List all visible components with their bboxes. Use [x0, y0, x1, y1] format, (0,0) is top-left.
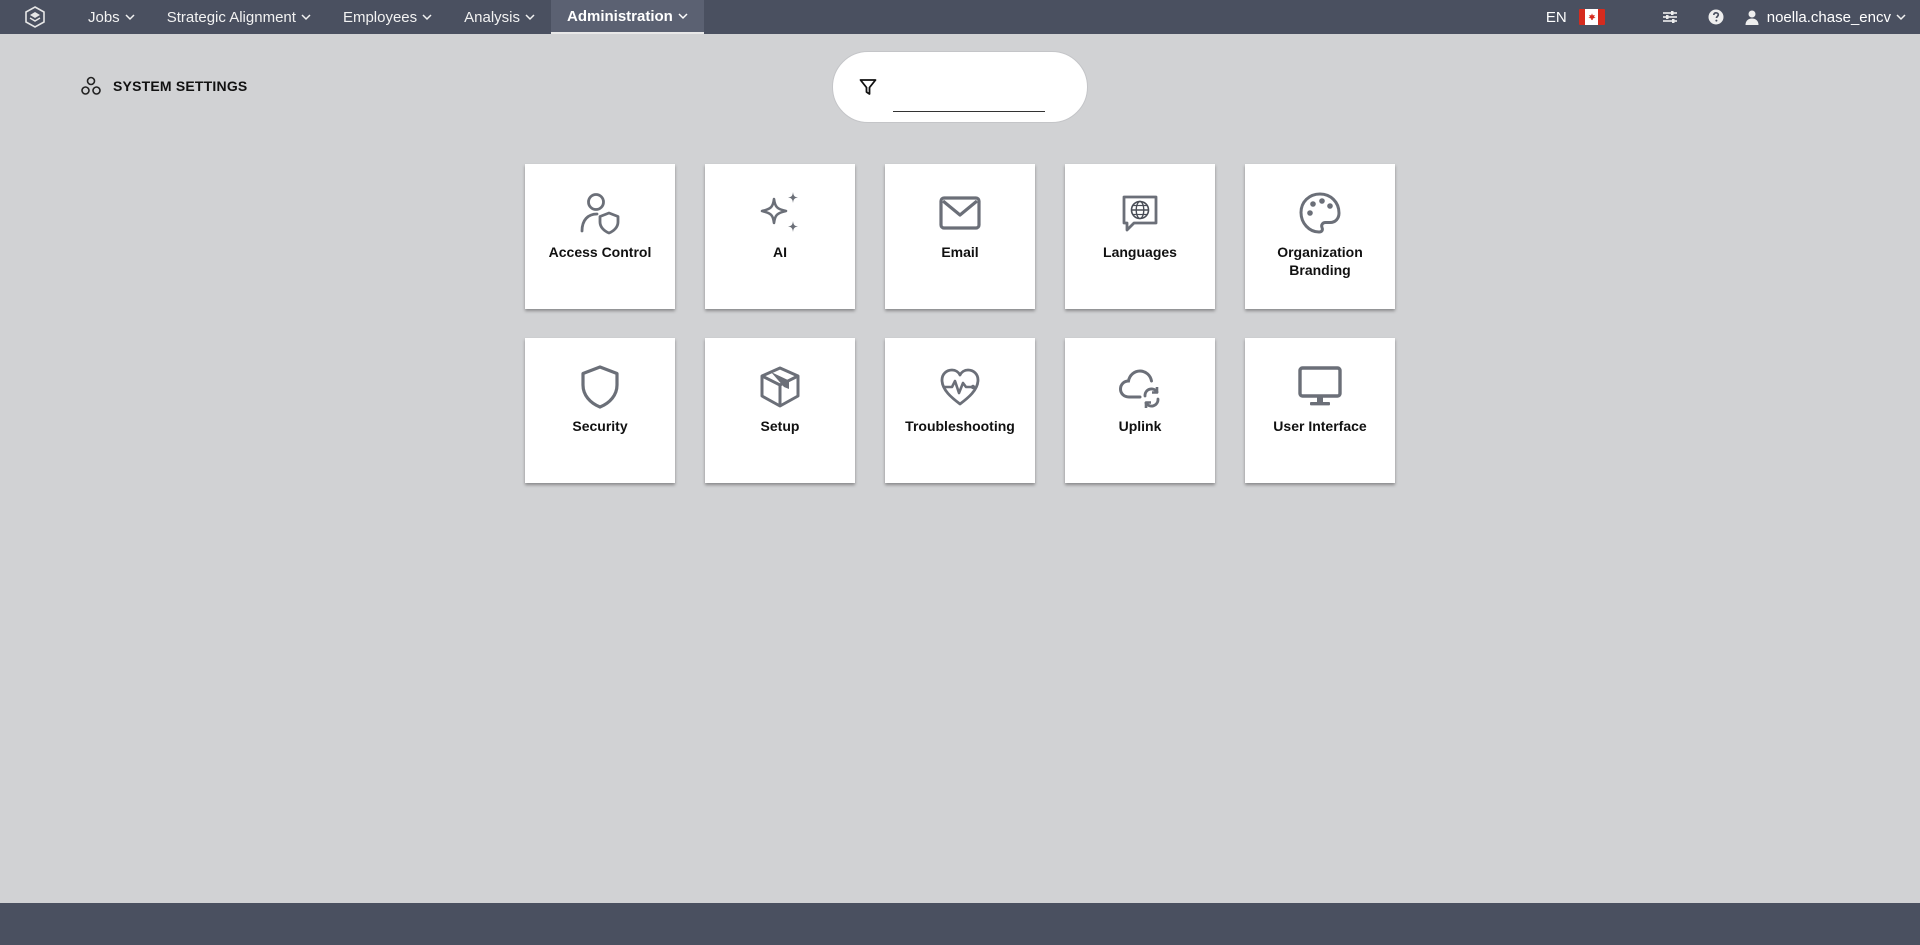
nav-strategic-alignment-label: Strategic Alignment	[166, 8, 296, 26]
chevron-down-icon	[678, 12, 688, 20]
tile-label: Organization Branding	[1277, 244, 1363, 278]
chevron-down-icon	[125, 13, 135, 21]
tile-access-control[interactable]: Access Control	[525, 164, 675, 309]
box-icon	[758, 365, 802, 409]
nav-administration-label: Administration	[567, 7, 673, 25]
sparkles-icon	[758, 191, 802, 235]
nav-jobs-label: Jobs	[88, 8, 120, 26]
tile-troubleshooting[interactable]: Troubleshooting	[885, 338, 1035, 483]
settings-grid: Access Control AI Email Languages Organi…	[525, 164, 1395, 483]
tile-email[interactable]: Email	[885, 164, 1035, 309]
tile-languages[interactable]: Languages	[1065, 164, 1215, 309]
canada-flag-icon	[1578, 9, 1605, 25]
shield-icon	[578, 365, 622, 409]
envelope-icon	[938, 191, 982, 235]
tile-label: Uplink	[1118, 418, 1162, 434]
tile-ai[interactable]: AI	[705, 164, 855, 309]
nav-analysis-label: Analysis	[464, 8, 520, 26]
nav-strategic-alignment[interactable]: Strategic Alignment	[151, 0, 327, 34]
app-logo-icon[interactable]	[18, 0, 52, 34]
cloud-sync-icon	[1118, 365, 1162, 409]
chevron-down-icon	[525, 13, 535, 21]
globe-chat-icon	[1118, 191, 1162, 235]
tile-label: AI	[773, 244, 787, 260]
tile-label: Access Control	[548, 244, 652, 260]
language-selector[interactable]: EN	[1546, 9, 1605, 26]
page-title-text: SYSTEM SETTINGS	[113, 78, 248, 94]
nav-employees-label: Employees	[342, 8, 418, 26]
help-icon[interactable]	[1699, 0, 1733, 34]
page-title: SYSTEM SETTINGS	[81, 76, 247, 96]
tile-organization-branding[interactable]: Organization Branding	[1245, 164, 1395, 309]
chevron-down-icon	[1896, 13, 1906, 21]
chevron-down-icon	[422, 13, 432, 21]
user-shield-icon	[578, 191, 622, 235]
nav-jobs[interactable]: Jobs	[72, 0, 151, 34]
chevron-down-icon	[301, 13, 311, 21]
monitor-icon	[1298, 365, 1342, 409]
tile-setup[interactable]: Setup	[705, 338, 855, 483]
user-icon	[1745, 10, 1759, 25]
palette-icon	[1298, 191, 1342, 235]
nav-right-group: EN noella.chase_encv	[1546, 0, 1920, 34]
username: noella.chase_encv	[1766, 8, 1891, 26]
tile-security[interactable]: Security	[525, 338, 675, 483]
tile-user-interface[interactable]: User Interface	[1245, 338, 1395, 483]
cluster-circles-icon	[81, 76, 101, 96]
tile-label: Email	[941, 244, 979, 260]
user-menu[interactable]: noella.chase_encv	[1745, 9, 1906, 26]
settings-sliders-icon[interactable]	[1653, 0, 1687, 34]
nav-analysis[interactable]: Analysis	[448, 0, 551, 34]
tile-label: Setup	[760, 418, 800, 434]
top-nav: Jobs Strategic Alignment Employees Analy…	[0, 0, 1920, 34]
tile-label: User Interface	[1273, 418, 1367, 434]
footer-bar	[0, 903, 1920, 945]
nav-administration[interactable]: Administration	[551, 0, 704, 34]
language-code: EN	[1545, 8, 1567, 26]
heartbeat-icon	[938, 365, 982, 409]
filter-input[interactable]	[893, 76, 1045, 112]
filter-icon	[859, 78, 877, 96]
tile-uplink[interactable]: Uplink	[1065, 338, 1215, 483]
tile-label: Languages	[1103, 244, 1177, 260]
tile-label: Troubleshooting	[905, 418, 1015, 434]
tile-label: Security	[572, 418, 628, 434]
filter-box	[832, 51, 1088, 123]
nav-employees[interactable]: Employees	[327, 0, 448, 34]
